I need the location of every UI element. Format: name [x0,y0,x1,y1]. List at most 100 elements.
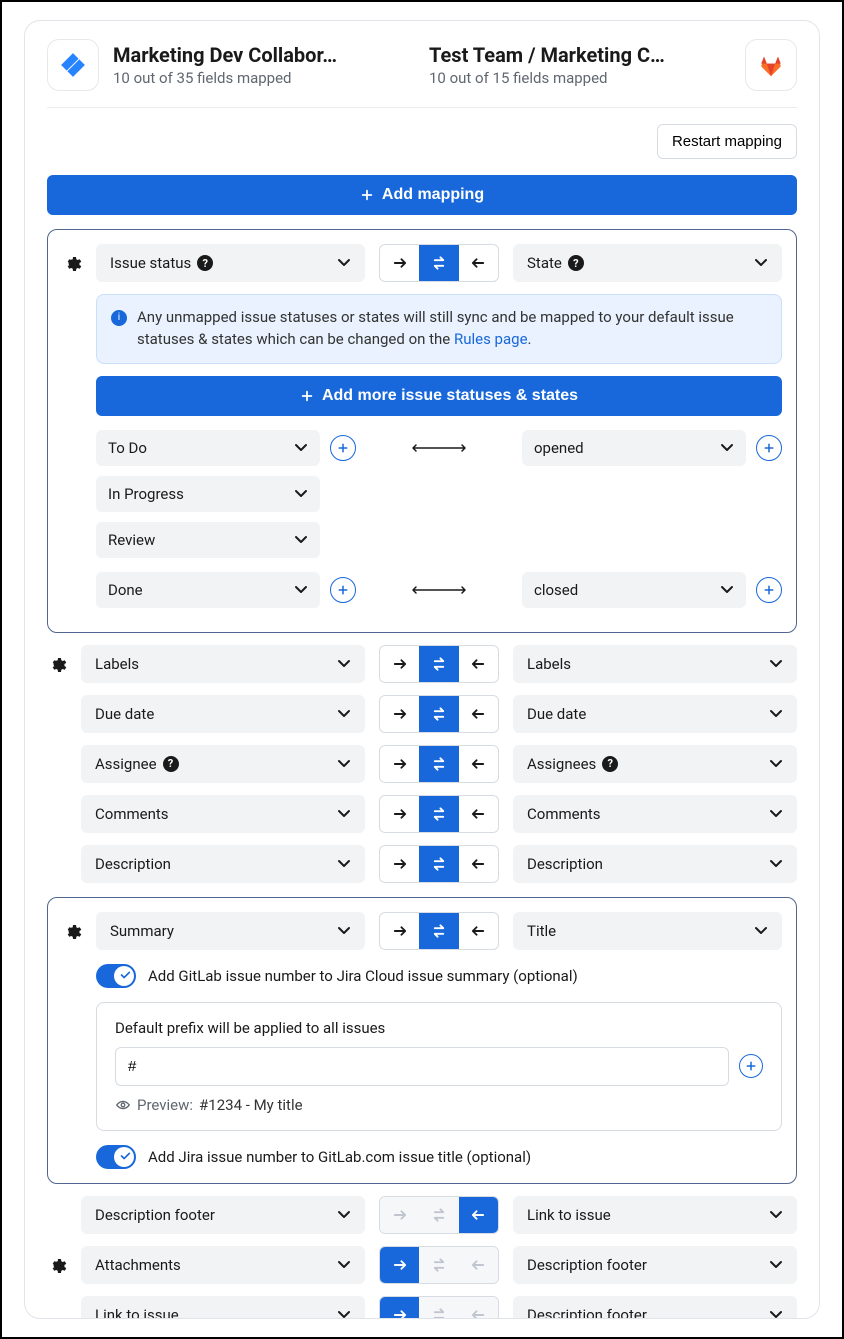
jira-app-icon [47,39,99,91]
chevron-down-icon [337,1258,351,1272]
right-field-dropdown[interactable]: Description [513,845,797,883]
direction-toggle[interactable] [379,1246,499,1284]
left-field-dropdown[interactable]: Description footer [81,1196,365,1234]
add-mapping-button[interactable]: Add mapping [47,175,797,215]
direction-toggle[interactable] [379,695,499,733]
direction-right[interactable] [380,646,419,682]
help-icon[interactable]: ? [568,255,584,271]
direction-toggle[interactable] [379,795,499,833]
status-dropdown[interactable]: closed [522,572,746,608]
gear-icon[interactable] [62,921,82,941]
field-label: Attachments [95,1256,181,1274]
toggle-jira-issue-number[interactable] [96,1145,136,1169]
direction-left[interactable] [459,646,498,682]
direction-both[interactable] [419,245,458,281]
help-icon[interactable]: ? [197,255,213,271]
left-field-dropdown[interactable]: Attachments [81,1246,365,1284]
add-status-button[interactable] [330,435,356,461]
chevron-down-icon [754,256,768,270]
chevron-down-icon [769,807,783,821]
right-field-dropdown[interactable]: Labels [513,645,797,683]
rules-page-link[interactable]: Rules page [454,330,528,348]
add-status-button[interactable] [756,435,782,461]
left-field-dropdown[interactable]: Summary [96,912,365,950]
left-field-dropdown[interactable]: Comments [81,795,365,833]
direction-right[interactable] [380,746,419,782]
direction-toggle[interactable] [379,912,499,950]
left-field-dropdown[interactable]: Description [81,845,365,883]
right-field-dropdown[interactable]: State? [513,244,782,282]
add-prefix-button[interactable] [739,1054,763,1078]
mapping-row: Comments Comments [47,795,797,833]
chevron-down-icon [337,1308,351,1320]
field-label: Comments [527,805,601,823]
direction-right[interactable] [380,913,419,949]
direction-right[interactable] [380,1297,419,1320]
direction-left[interactable] [459,245,498,281]
help-icon[interactable]: ? [602,756,618,772]
direction-both[interactable] [419,846,458,882]
right-field-dropdown[interactable]: Assignees? [513,745,797,783]
toggle-gitlab-issue-number[interactable] [96,964,136,988]
direction-toggle[interactable] [379,1196,499,1234]
direction-right[interactable] [380,1197,419,1233]
right-connection-title: Test Team / Marketing C… [429,43,731,67]
direction-left[interactable] [459,913,498,949]
field-label: Description footer [95,1206,215,1224]
direction-both[interactable] [419,796,458,832]
chevron-down-icon [720,583,734,597]
status-dropdown[interactable]: opened [522,430,746,466]
right-field-dropdown[interactable]: Description footer [513,1246,797,1284]
left-field-dropdown[interactable]: Due date [81,695,365,733]
direction-left[interactable] [459,696,498,732]
direction-toggle[interactable] [379,645,499,683]
preview-label: Preview: [137,1096,193,1114]
restart-mapping-button[interactable]: Restart mapping [657,124,797,159]
chevron-down-icon [337,657,351,671]
direction-right[interactable] [380,1247,419,1283]
chevron-down-icon [337,924,351,938]
status-dropdown[interactable]: Done [96,572,320,608]
right-field-dropdown[interactable]: Description footer [513,1296,797,1320]
add-status-button[interactable] [330,577,356,603]
right-field-dropdown[interactable]: Link to issue [513,1196,797,1234]
add-more-statuses-button[interactable]: Add more issue statuses & states [96,376,782,416]
direction-toggle[interactable] [379,1296,499,1320]
field-label: Due date [95,705,154,723]
plus-icon [300,389,314,403]
gear-icon[interactable] [62,253,82,273]
right-field-dropdown[interactable]: Due date [513,695,797,733]
right-field-dropdown[interactable]: Comments [513,795,797,833]
left-field-dropdown[interactable]: Labels [81,645,365,683]
gear-icon[interactable] [47,1255,67,1275]
direction-right[interactable] [380,696,419,732]
direction-both[interactable] [419,746,458,782]
chevron-down-icon [337,707,351,721]
status-dropdown[interactable]: In Progress [96,476,320,512]
left-field-dropdown[interactable]: Issue status? [96,244,365,282]
direction-toggle[interactable] [379,745,499,783]
direction-right[interactable] [380,846,419,882]
left-field-dropdown[interactable]: Assignee? [81,745,365,783]
direction-left[interactable] [459,746,498,782]
direction-left[interactable] [459,796,498,832]
direction-both[interactable] [419,913,458,949]
status-dropdown[interactable]: Review [96,522,320,558]
direction-toggle[interactable] [379,845,499,883]
left-field-dropdown[interactable]: Link to issue [81,1296,365,1320]
direction-left[interactable] [459,1197,498,1233]
direction-toggle[interactable] [379,244,499,282]
direction-right[interactable] [380,245,419,281]
direction-left[interactable] [459,1247,498,1283]
direction-both[interactable] [419,696,458,732]
right-field-dropdown[interactable]: Title [513,912,782,950]
status-dropdown[interactable]: To Do [96,430,320,466]
gear-icon[interactable] [47,654,67,674]
direction-both[interactable] [419,646,458,682]
help-icon[interactable]: ? [163,756,179,772]
direction-right[interactable] [380,796,419,832]
direction-left[interactable] [459,1297,498,1320]
direction-left[interactable] [459,846,498,882]
prefix-input[interactable] [115,1047,729,1086]
add-status-button[interactable] [756,577,782,603]
